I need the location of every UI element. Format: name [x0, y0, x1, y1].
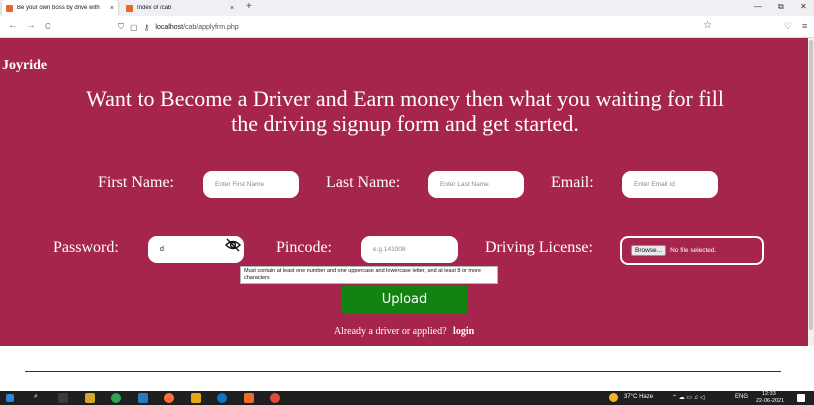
new-tab-button[interactable]: + [246, 1, 252, 12]
pocket-icon[interactable]: ♡ [784, 21, 792, 32]
page-headline: Want to Become a Driver and Earn money t… [86, 86, 724, 136]
notifications-icon[interactable] [797, 394, 805, 402]
scrollbar-thumb[interactable] [809, 40, 813, 330]
bookmark-star-icon[interactable]: ☆ [703, 20, 712, 31]
tab-title: Index of /cab [137, 5, 172, 11]
browse-button[interactable]: Browse... [631, 245, 667, 256]
last-name-label: Last Name: [326, 174, 401, 191]
driving-license-label: Driving License: [485, 239, 593, 256]
password-value: d [160, 246, 164, 253]
shield-icon: ⛉ [118, 22, 124, 31]
first-name-label: First Name: [98, 174, 174, 191]
search-icon[interactable]: ⌕ [34, 393, 38, 401]
brand-logo[interactable]: Joyride [2, 58, 47, 74]
page-icon: ▢ [130, 22, 138, 32]
login-link[interactable]: login [453, 326, 474, 337]
tray-icons[interactable]: ⌃ ☁ ▭ ♫ ◁ [672, 394, 704, 401]
reload-button[interactable]: C [45, 22, 51, 31]
menu-icon[interactable]: ≡ [802, 21, 807, 31]
email-label: Email: [551, 174, 594, 191]
signup-page: Joyride Want to Become a Driver and Earn… [0, 38, 808, 346]
weather-icon[interactable] [609, 393, 618, 402]
email-field[interactable] [622, 171, 718, 198]
language-indicator[interactable]: ENG [735, 394, 748, 400]
url-host: localhost [155, 23, 184, 31]
windows-start-icon[interactable] [6, 394, 14, 402]
forward-button[interactable]: → [26, 20, 36, 31]
upload-button[interactable]: Upload [341, 285, 468, 314]
pincode-field[interactable] [361, 236, 458, 263]
chrome-app-icon[interactable] [111, 393, 121, 403]
address-bar[interactable]: ⛉ ▢ ⚷ localhost/cab/applyfrm.php [118, 19, 718, 35]
clock-date[interactable]: 22-06-2021 [756, 398, 784, 404]
restore-button[interactable]: ⧉ [778, 2, 784, 12]
driving-license-file-input[interactable]: Browse... No file selected. [620, 236, 764, 265]
pincode-label: Pincode: [276, 239, 332, 256]
already-text: Already a driver or applied? [333, 326, 447, 337]
password-label: Password: [53, 239, 119, 256]
firefox-icon[interactable] [164, 393, 174, 403]
tab-close-icon[interactable]: × [110, 5, 114, 12]
sublime-text-icon[interactable] [191, 393, 201, 403]
last-name-field[interactable] [428, 171, 524, 198]
mail-icon[interactable] [138, 393, 148, 403]
weather-text[interactable]: 37°C Haze [624, 394, 653, 400]
tab-strip: Be your own boss by drive with × Index o… [0, 0, 814, 16]
hide-password-eye-icon[interactable] [225, 238, 241, 252]
page-favicon-icon [126, 4, 133, 12]
tab-close-icon[interactable]: × [230, 5, 234, 12]
minimize-button[interactable]: — [754, 2, 762, 11]
already-driver-line: Already a driver or applied? login [0, 326, 808, 337]
divider-line [25, 371, 781, 372]
page-favicon-icon [6, 4, 13, 12]
clock-time[interactable]: 12:33 [762, 391, 776, 397]
taskbar: ⌕ 37°C Haze ⌃ ☁ ▭ ♫ ◁ ENG 12:33 22-06-20… [0, 391, 814, 405]
navigation-bar: ← → C ⛉ ▢ ⚷ localhost/cab/applyfrm.php ☆… [0, 16, 814, 38]
edge-icon[interactable] [217, 393, 227, 403]
close-window-button[interactable]: ✕ [800, 2, 807, 11]
chrome-icon[interactable] [270, 393, 280, 403]
key-icon: ⚷ [143, 22, 150, 32]
xampp-icon[interactable] [244, 393, 254, 403]
url-path: /cab/applyfrm.php [183, 23, 239, 31]
task-view-icon[interactable] [58, 393, 68, 403]
first-name-field[interactable] [203, 171, 299, 198]
tab-title: Be your own boss by drive with [17, 5, 100, 11]
page-scrollbar[interactable] [808, 38, 814, 346]
back-button[interactable]: ← [8, 20, 18, 31]
file-explorer-icon[interactable] [85, 393, 95, 403]
file-status: No file selected. [670, 247, 717, 254]
password-hint-tooltip: Must contain at least one number and one… [240, 266, 498, 284]
tab-driver-signup[interactable]: Be your own boss by drive with × [2, 0, 118, 16]
tab-index-cab[interactable]: Index of /cab × [122, 0, 240, 16]
